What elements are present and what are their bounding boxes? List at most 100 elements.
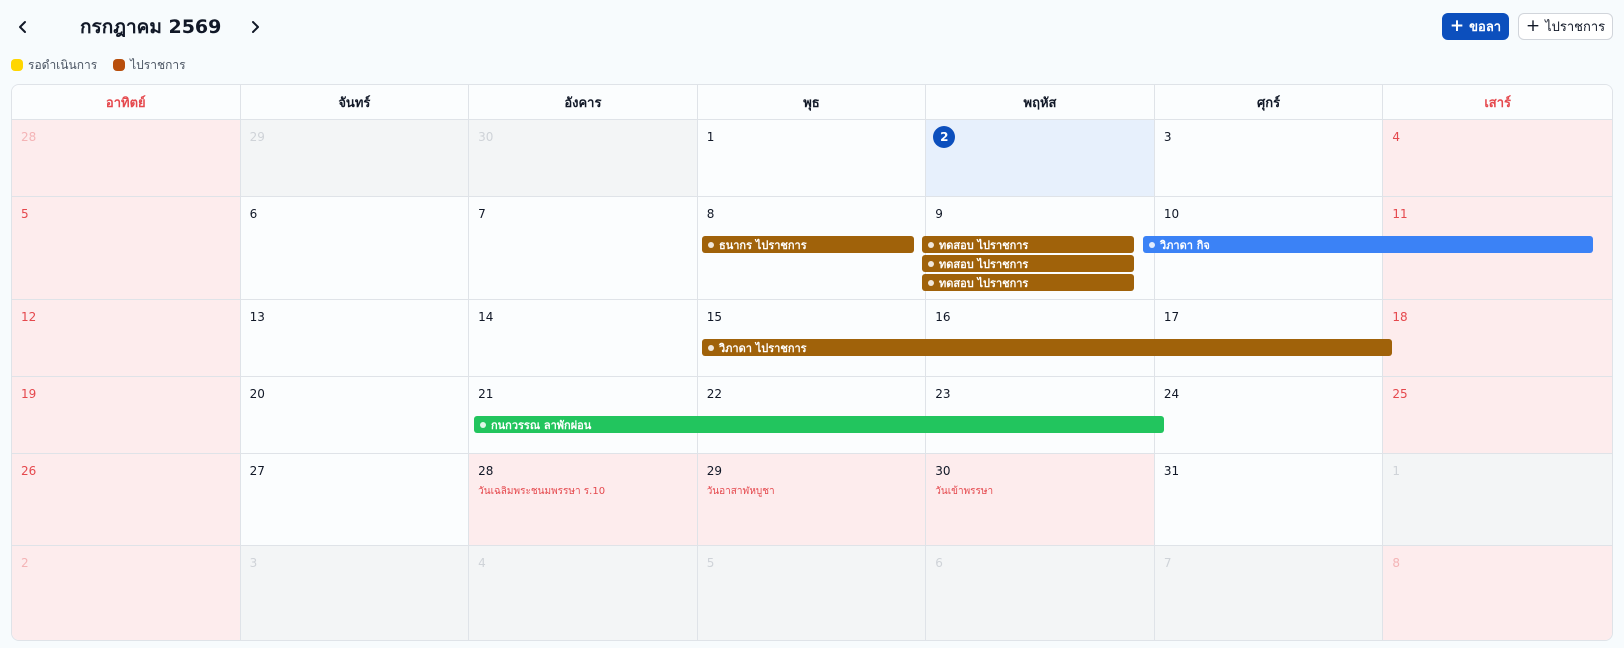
day-cell[interactable]: 25: [1383, 377, 1612, 453]
day-number: 1: [706, 130, 715, 144]
day-number: 20: [249, 387, 265, 401]
event-bar[interactable]: ธนากร ไปราชการ: [702, 236, 914, 253]
day-cell[interactable]: 27: [240, 454, 470, 545]
plus-icon: +: [1525, 16, 1541, 36]
day-cell[interactable]: 30: [469, 120, 698, 196]
next-month-button[interactable]: [240, 12, 270, 42]
day-cell[interactable]: 23: [926, 377, 1155, 453]
weekday-sunday: อาทิตย์: [12, 85, 241, 120]
event-dot: [928, 279, 934, 286]
prev-month-button[interactable]: [8, 12, 38, 42]
day-number: 28: [478, 464, 494, 478]
legend: รอดำเนินการ ไปราชการ: [11, 56, 186, 74]
event-dot: [708, 241, 714, 248]
day-cell[interactable]: 4: [1383, 120, 1612, 196]
day-number: 7: [1163, 556, 1172, 570]
day-cell[interactable]: 31: [1154, 454, 1384, 545]
day-cell[interactable]: 6: [240, 197, 470, 299]
event-bar[interactable]: ทดสอบ ไปราชการ: [922, 255, 1134, 272]
day-cell[interactable]: 13: [240, 300, 470, 376]
day-number: 26: [21, 464, 37, 478]
day-cell[interactable]: 6: [926, 546, 1155, 640]
day-cell-holiday[interactable]: 28 วันเฉลิมพระชนมพรรษา ร.10: [469, 454, 698, 545]
day-cell[interactable]: 5: [12, 197, 241, 299]
event-label: ทดสอบ ไปราชการ: [939, 276, 1029, 290]
day-cell[interactable]: 19: [12, 377, 241, 453]
day-cell[interactable]: 20: [240, 377, 470, 453]
day-cell[interactable]: 3: [240, 546, 470, 640]
day-cell-holiday[interactable]: 30 วันเข้าพรรษา: [926, 454, 1155, 545]
event-label: ทดสอบ ไปราชการ: [939, 257, 1029, 271]
day-cell[interactable]: 29: [240, 120, 470, 196]
day-number: 7: [478, 207, 486, 221]
legend-item-official: ไปราชการ: [113, 56, 186, 75]
day-cell-today[interactable]: 2: [926, 120, 1155, 196]
day-cell[interactable]: 26: [12, 454, 241, 545]
day-cell[interactable]: 7: [1154, 546, 1384, 640]
day-number: 27: [249, 464, 265, 478]
legend-label: ไปราชการ: [130, 57, 186, 72]
event-bar[interactable]: วิภาดา กิจ: [1143, 236, 1593, 253]
day-cell[interactable]: 4: [469, 546, 698, 640]
day-cell[interactable]: 7: [469, 197, 698, 299]
day-number: 15: [706, 310, 722, 324]
page-title: กรกฎาคม 2569: [80, 16, 222, 38]
day-number: 21: [478, 387, 494, 401]
event-dot: [1149, 241, 1155, 248]
day-cell[interactable]: 2: [12, 546, 241, 640]
official-duty-button[interactable]: + ไปราชการ: [1518, 13, 1613, 40]
month-calendar: อาทิตย์ จันทร์ อังคาร พุธ พฤหัส ศุกร์ เส…: [11, 84, 1613, 641]
event-dot: [928, 260, 934, 267]
day-number: 10: [1163, 207, 1180, 221]
day-cell[interactable]: 28: [12, 120, 241, 196]
event-label: วิภาดา กิจ: [1160, 238, 1210, 252]
weekday-wednesday: พุธ: [698, 85, 927, 120]
week-row: 26 27 28 วันเฉลิมพระชนมพรรษา ร.10 29 วัน…: [12, 454, 1612, 546]
event-label: ทดสอบ ไปราชการ: [939, 238, 1029, 252]
day-cell[interactable]: 1: [1383, 454, 1612, 545]
day-number: 1: [1392, 464, 1401, 478]
day-number: 13: [249, 310, 265, 324]
day-cell[interactable]: 16: [926, 300, 1155, 376]
event-bar[interactable]: ทดสอบ ไปราชการ: [922, 274, 1134, 291]
day-number: 30: [935, 464, 951, 478]
event-label: ธนากร ไปราชการ: [719, 238, 807, 252]
event-label: กนกวรรณ ลาพักผ่อน: [491, 418, 592, 432]
day-cell-holiday[interactable]: 29 วันอาสาฬหบูชา: [697, 454, 927, 545]
calendar-header: กรกฎาคม 2569 + ขอลา + ไปราชการ: [0, 0, 1624, 56]
day-cell[interactable]: 8: [1383, 546, 1612, 640]
day-number: 28: [21, 130, 37, 144]
day-number: 18: [1392, 310, 1408, 324]
day-number: 19: [21, 387, 37, 401]
day-cell[interactable]: 24: [1154, 377, 1384, 453]
day-cell[interactable]: 21: [469, 377, 698, 453]
day-cell[interactable]: 1: [697, 120, 927, 196]
legend-item-pending: รอดำเนินการ: [11, 56, 97, 75]
day-cell[interactable]: 15: [697, 300, 927, 376]
day-cell[interactable]: 14: [469, 300, 698, 376]
day-number: 12: [21, 310, 37, 324]
event-bar[interactable]: ทดสอบ ไปราชการ: [922, 236, 1134, 253]
day-number: 16: [935, 310, 951, 324]
day-cell[interactable]: 17: [1154, 300, 1384, 376]
day-number: 8: [1392, 556, 1401, 570]
event-dot: [480, 421, 486, 428]
day-cell[interactable]: 22: [697, 377, 927, 453]
plus-icon: +: [1449, 16, 1465, 36]
day-cell[interactable]: 12: [12, 300, 241, 376]
request-leave-button[interactable]: + ขอลา: [1442, 13, 1509, 40]
day-number: 5: [706, 556, 715, 570]
day-number: 22: [706, 387, 722, 401]
day-cell[interactable]: 18: [1383, 300, 1612, 376]
day-number: 2: [21, 556, 29, 570]
event-bar[interactable]: วิภาดา ไปราชการ: [702, 339, 1392, 356]
holiday-name: วันอาสาฬหบูชา: [706, 486, 775, 497]
request-leave-label: ขอลา: [1469, 20, 1502, 35]
weekday-saturday: เสาร์: [1484, 96, 1511, 111]
chevron-right-icon: [252, 21, 259, 33]
day-number: 23: [935, 387, 951, 401]
event-dot: [708, 344, 714, 351]
day-cell[interactable]: 3: [1154, 120, 1384, 196]
event-bar[interactable]: กนกวรรณ ลาพักผ่อน: [474, 416, 1164, 433]
day-cell[interactable]: 5: [697, 546, 927, 640]
